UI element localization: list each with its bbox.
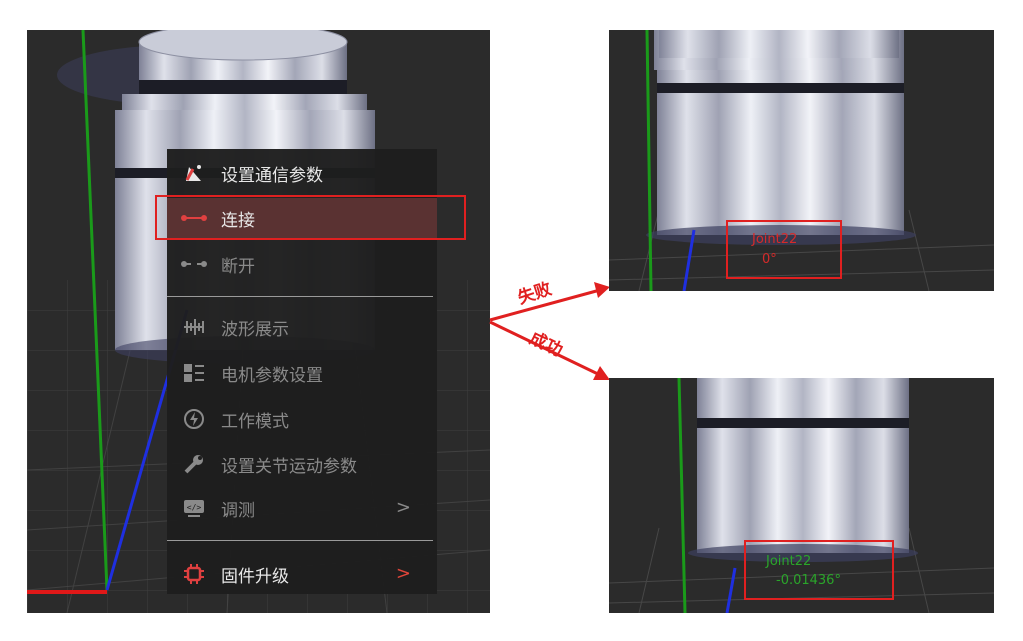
menu-item-work-mode[interactable]: 工作模式 [167, 399, 437, 439]
link-disconnect-icon [181, 254, 207, 274]
menu-item-label: 设置关节运动参数 [221, 456, 357, 477]
fail-readout-box [726, 220, 842, 279]
svg-text:</>: </> [187, 503, 202, 512]
menu-item-debug[interactable]: </> 调测 > [167, 488, 437, 528]
menu-item-label: 调测 [221, 500, 255, 521]
menu-item-label: 固件升级 [221, 566, 289, 587]
menu-divider [167, 296, 433, 297]
menu-item-waveform[interactable]: 波形展示 [167, 307, 437, 347]
success-joint-name: Joint22 [766, 554, 812, 569]
menu-item-firmware-upgrade[interactable]: 固件升级 > [167, 554, 437, 594]
menu-item-label: 工作模式 [221, 411, 289, 432]
menu-item-joint-motion-params[interactable]: 设置关节运动参数 [167, 444, 437, 484]
menu-divider [167, 540, 433, 541]
chevron-right-icon: > [395, 563, 411, 584]
success-readout-box [744, 540, 894, 600]
menu-item-disconnect[interactable]: 断开 [167, 244, 437, 284]
motor-params-icon [181, 363, 207, 383]
menu-item-label: 波形展示 [221, 319, 289, 340]
menu-item-label: 断开 [221, 256, 255, 277]
success-joint-angle: -0.01436° [776, 573, 841, 588]
chevron-right-icon: > [395, 497, 411, 518]
connect-highlight-box [155, 195, 466, 240]
monitor-code-icon: </> [181, 498, 207, 518]
waveform-icon [181, 317, 207, 337]
menu-item-set-comm-params[interactable]: 设置通信参数 [167, 153, 437, 193]
wrench-icon [181, 454, 207, 474]
menu-item-motor-params[interactable]: 电机参数设置 [167, 353, 437, 393]
chip-icon [181, 564, 207, 584]
satellite-dish-icon [181, 163, 207, 183]
lightning-circle-icon [181, 409, 207, 429]
fail-joint-angle: 0° [762, 252, 777, 267]
menu-item-label: 电机参数设置 [221, 365, 323, 386]
fail-joint-name: Joint22 [752, 232, 798, 247]
menu-item-label: 设置通信参数 [221, 165, 323, 186]
